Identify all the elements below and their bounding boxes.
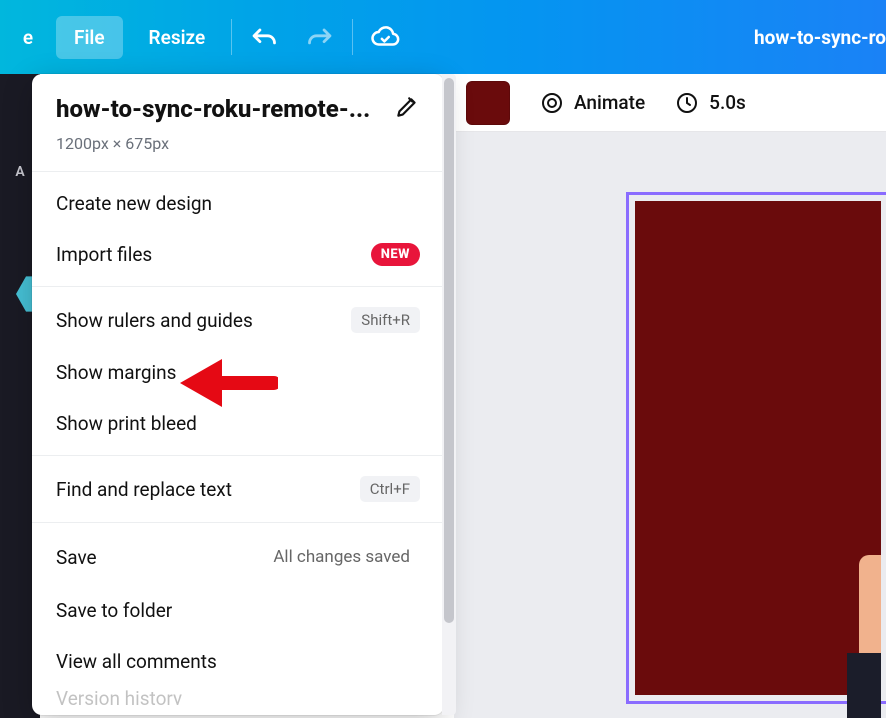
- animate-button[interactable]: Animate: [540, 91, 645, 115]
- menu-label: Show rulers and guides: [56, 309, 351, 332]
- menu-version-history[interactable]: Version history: [32, 687, 444, 705]
- menu-label: Save to folder: [56, 599, 420, 622]
- scrollbar-thumb[interactable]: [444, 78, 454, 623]
- menu-show-margins[interactable]: Show margins: [32, 347, 444, 398]
- redo-button[interactable]: [298, 15, 342, 59]
- menu-save[interactable]: Save All changes saved: [32, 529, 444, 585]
- resize-menu-button[interactable]: Resize: [131, 16, 224, 59]
- file-dropdown-menu: how-to-sync-roku-remote-... 1200px × 675…: [32, 74, 444, 715]
- menu-import-files[interactable]: Import files NEW: [32, 229, 444, 280]
- dropdown-scrollbar[interactable]: [442, 74, 456, 715]
- sidebar-letter: A: [15, 164, 24, 180]
- rename-button[interactable]: [394, 94, 420, 124]
- clock-icon: [675, 91, 699, 115]
- duration-button[interactable]: 5.0s: [675, 91, 746, 115]
- document-title-text: how-to-sync-ro: [754, 26, 886, 49]
- menu-view-comments[interactable]: View all comments: [32, 636, 444, 687]
- menu-label: Show margins: [56, 361, 420, 384]
- animate-label: Animate: [574, 91, 645, 114]
- home-glyph: e: [23, 26, 33, 49]
- file-menu-button[interactable]: File: [56, 16, 123, 59]
- menu-label: Version history: [56, 687, 420, 705]
- menu-save-to-folder[interactable]: Save to folder: [32, 585, 444, 636]
- animate-icon: [540, 91, 564, 115]
- menu-label: Save: [56, 546, 263, 569]
- menu-label: Import files: [56, 243, 371, 266]
- new-badge: NEW: [371, 243, 420, 266]
- undo-icon: [250, 23, 278, 51]
- menu-find-replace[interactable]: Find and replace text Ctrl+F: [32, 462, 444, 516]
- menu-label: View all comments: [56, 650, 420, 673]
- file-label: File: [74, 26, 105, 49]
- menu-show-print-bleed[interactable]: Show print bleed: [32, 398, 444, 449]
- document-title[interactable]: how-to-sync-ro: [736, 0, 886, 74]
- canvas-area[interactable]: [454, 132, 886, 718]
- secondary-toolbar: Animate 5.0s: [454, 74, 886, 132]
- illustration-suit: [847, 653, 881, 718]
- menu-create-new-design[interactable]: Create new design: [32, 178, 444, 229]
- background-color-swatch[interactable]: [466, 81, 510, 125]
- menu-label: Create new design: [56, 192, 420, 215]
- save-status: All changes saved: [263, 543, 420, 571]
- menu-show-rulers[interactable]: Show rulers and guides Shift+R: [32, 293, 444, 347]
- menu-label: Show print bleed: [56, 412, 420, 435]
- undo-button[interactable]: [242, 15, 286, 59]
- home-menu-button[interactable]: e: [10, 15, 46, 59]
- pencil-icon: [394, 94, 420, 120]
- keyboard-shortcut: Ctrl+F: [360, 476, 420, 502]
- design-dimensions: 1200px × 675px: [56, 134, 420, 153]
- design-background[interactable]: [635, 201, 881, 695]
- dropdown-header: how-to-sync-roku-remote-... 1200px × 675…: [32, 74, 444, 172]
- top-bar: e File Resize how-to-sync-ro: [0, 0, 886, 74]
- toolbar-divider-2: [352, 19, 353, 55]
- cloud-check-icon: [370, 22, 400, 52]
- toolbar-divider: [231, 19, 232, 55]
- keyboard-shortcut: Shift+R: [351, 307, 420, 333]
- redo-icon: [306, 23, 334, 51]
- resize-label: Resize: [149, 26, 206, 49]
- duration-label: 5.0s: [709, 91, 746, 114]
- cloud-sync-button[interactable]: [363, 15, 407, 59]
- design-name[interactable]: how-to-sync-roku-remote-...: [56, 95, 376, 123]
- menu-label: Find and replace text: [56, 478, 360, 501]
- illustration-skin: [859, 555, 881, 659]
- design-selection-frame[interactable]: [626, 192, 886, 704]
